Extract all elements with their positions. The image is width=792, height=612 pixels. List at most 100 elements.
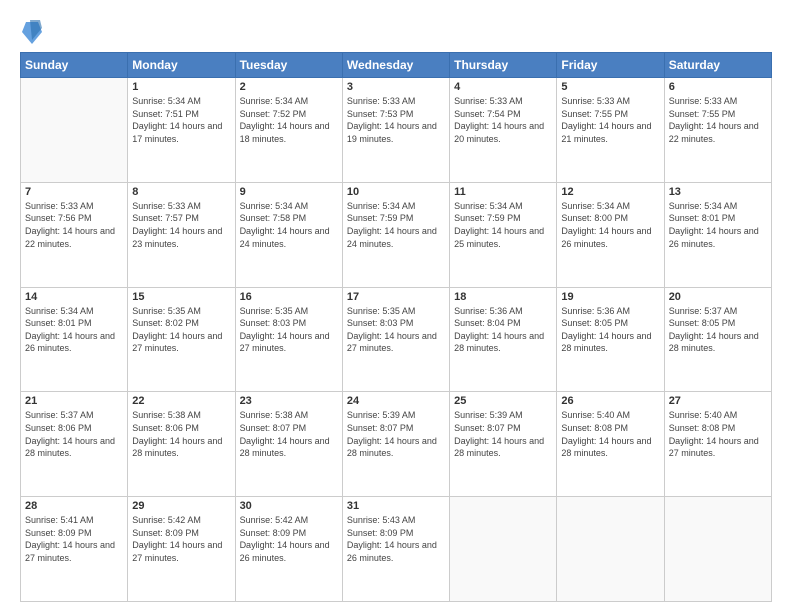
calendar-day-cell	[557, 497, 664, 602]
calendar-day-cell	[664, 497, 771, 602]
calendar-week-row: 1 Sunrise: 5:34 AMSunset: 7:51 PMDaylight…	[21, 78, 772, 183]
calendar-day-cell: 20 Sunrise: 5:37 AMSunset: 8:05 PMDayligh…	[664, 287, 771, 392]
day-info: Sunrise: 5:38 AMSunset: 8:06 PMDaylight:…	[132, 409, 230, 459]
day-info: Sunrise: 5:33 AMSunset: 7:57 PMDaylight:…	[132, 200, 230, 250]
calendar-header-thursday: Thursday	[450, 53, 557, 78]
calendar-day-cell: 13Sunrise: 5:34 AMSunset: 8:01 PMDayligh…	[664, 182, 771, 287]
day-number: 8	[132, 186, 230, 198]
calendar-day-cell: 1 Sunrise: 5:34 AMSunset: 7:51 PMDaylight…	[128, 78, 235, 183]
logo-icon	[22, 18, 42, 46]
day-info: Sunrise: 5:34 AMSunset: 7:58 PMDaylight:…	[240, 200, 338, 250]
day-info: Sunrise: 5:33 AMSunset: 7:55 PMDaylight:…	[561, 95, 659, 145]
day-number: 24	[347, 395, 445, 407]
day-number: 6	[669, 81, 767, 93]
day-number: 1	[132, 81, 230, 93]
day-number: 11	[454, 186, 552, 198]
day-info: Sunrise: 5:35 AMSunset: 8:03 PMDaylight:…	[347, 305, 445, 355]
day-info: Sunrise: 5:34 AMSunset: 7:59 PMDaylight:…	[347, 200, 445, 250]
day-number: 13	[669, 186, 767, 198]
day-number: 2	[240, 81, 338, 93]
day-number: 31	[347, 500, 445, 512]
day-info: Sunrise: 5:43 AMSunset: 8:09 PMDaylight:…	[347, 514, 445, 564]
calendar-day-cell: 8 Sunrise: 5:33 AMSunset: 7:57 PMDaylight…	[128, 182, 235, 287]
calendar-day-cell: 22 Sunrise: 5:38 AMSunset: 8:06 PMDayligh…	[128, 392, 235, 497]
calendar-header-sunday: Sunday	[21, 53, 128, 78]
day-info: Sunrise: 5:34 AMSunset: 7:59 PMDaylight:…	[454, 200, 552, 250]
day-number: 9	[240, 186, 338, 198]
day-info: Sunrise: 5:34 AMSunset: 7:52 PMDaylight:…	[240, 95, 338, 145]
day-info: Sunrise: 5:33 AMSunset: 7:53 PMDaylight:…	[347, 95, 445, 145]
calendar-header-tuesday: Tuesday	[235, 53, 342, 78]
day-number: 20	[669, 291, 767, 303]
day-number: 25	[454, 395, 552, 407]
day-info: Sunrise: 5:34 AMSunset: 8:01 PMDaylight:…	[25, 305, 123, 355]
header	[20, 18, 772, 46]
calendar-day-cell: 10 Sunrise: 5:34 AMSunset: 7:59 PMDayligh…	[342, 182, 449, 287]
day-info: Sunrise: 5:39 AMSunset: 8:07 PMDaylight:…	[454, 409, 552, 459]
calendar-day-cell: 31 Sunrise: 5:43 AMSunset: 8:09 PMDayligh…	[342, 497, 449, 602]
day-number: 27	[669, 395, 767, 407]
day-number: 10	[347, 186, 445, 198]
day-number: 7	[25, 186, 123, 198]
logo	[20, 18, 42, 46]
day-info: Sunrise: 5:37 AMSunset: 8:06 PMDaylight:…	[25, 409, 123, 459]
day-info: Sunrise: 5:42 AMSunset: 8:09 PMDaylight:…	[240, 514, 338, 564]
calendar-day-cell: 30 Sunrise: 5:42 AMSunset: 8:09 PMDayligh…	[235, 497, 342, 602]
day-info: Sunrise: 5:39 AMSunset: 8:07 PMDaylight:…	[347, 409, 445, 459]
calendar-day-cell: 11 Sunrise: 5:34 AMSunset: 7:59 PMDayligh…	[450, 182, 557, 287]
day-number: 12	[561, 186, 659, 198]
day-number: 19	[561, 291, 659, 303]
day-info: Sunrise: 5:38 AMSunset: 8:07 PMDaylight:…	[240, 409, 338, 459]
day-info: Sunrise: 5:34 AMSunset: 8:00 PMDaylight:…	[561, 200, 659, 250]
day-info: Sunrise: 5:37 AMSunset: 8:05 PMDaylight:…	[669, 305, 767, 355]
day-number: 23	[240, 395, 338, 407]
calendar-day-cell: 27 Sunrise: 5:40 AMSunset: 8:08 PMDayligh…	[664, 392, 771, 497]
calendar-day-cell: 14 Sunrise: 5:34 AMSunset: 8:01 PMDayligh…	[21, 287, 128, 392]
day-info: Sunrise: 5:36 AMSunset: 8:04 PMDaylight:…	[454, 305, 552, 355]
calendar-day-cell: 5 Sunrise: 5:33 AMSunset: 7:55 PMDaylight…	[557, 78, 664, 183]
calendar-day-cell	[21, 78, 128, 183]
day-number: 30	[240, 500, 338, 512]
day-number: 3	[347, 81, 445, 93]
calendar-day-cell: 23 Sunrise: 5:38 AMSunset: 8:07 PMDayligh…	[235, 392, 342, 497]
day-number: 16	[240, 291, 338, 303]
calendar-day-cell: 7Sunrise: 5:33 AMSunset: 7:56 PMDaylight…	[21, 182, 128, 287]
calendar-week-row: 7Sunrise: 5:33 AMSunset: 7:56 PMDaylight…	[21, 182, 772, 287]
calendar-header-friday: Friday	[557, 53, 664, 78]
calendar-header-monday: Monday	[128, 53, 235, 78]
calendar-day-cell: 24 Sunrise: 5:39 AMSunset: 8:07 PMDayligh…	[342, 392, 449, 497]
page: SundayMondayTuesdayWednesdayThursdayFrid…	[0, 0, 792, 612]
calendar-day-cell: 2 Sunrise: 5:34 AMSunset: 7:52 PMDaylight…	[235, 78, 342, 183]
calendar-week-row: 21 Sunrise: 5:37 AMSunset: 8:06 PMDayligh…	[21, 392, 772, 497]
calendar-day-cell: 26Sunrise: 5:40 AMSunset: 8:08 PMDayligh…	[557, 392, 664, 497]
day-info: Sunrise: 5:33 AMSunset: 7:55 PMDaylight:…	[669, 95, 767, 145]
day-number: 14	[25, 291, 123, 303]
calendar-day-cell: 6 Sunrise: 5:33 AMSunset: 7:55 PMDaylight…	[664, 78, 771, 183]
calendar-day-cell: 9 Sunrise: 5:34 AMSunset: 7:58 PMDaylight…	[235, 182, 342, 287]
day-info: Sunrise: 5:33 AMSunset: 7:54 PMDaylight:…	[454, 95, 552, 145]
calendar-day-cell: 16Sunrise: 5:35 AMSunset: 8:03 PMDayligh…	[235, 287, 342, 392]
day-number: 4	[454, 81, 552, 93]
calendar-day-cell: 15Sunrise: 5:35 AMSunset: 8:02 PMDayligh…	[128, 287, 235, 392]
day-number: 5	[561, 81, 659, 93]
calendar-day-cell: 25 Sunrise: 5:39 AMSunset: 8:07 PMDayligh…	[450, 392, 557, 497]
day-info: Sunrise: 5:34 AMSunset: 7:51 PMDaylight:…	[132, 95, 230, 145]
calendar-day-cell: 28 Sunrise: 5:41 AMSunset: 8:09 PMDayligh…	[21, 497, 128, 602]
day-info: Sunrise: 5:42 AMSunset: 8:09 PMDaylight:…	[132, 514, 230, 564]
calendar-day-cell: 4 Sunrise: 5:33 AMSunset: 7:54 PMDaylight…	[450, 78, 557, 183]
calendar-header-saturday: Saturday	[664, 53, 771, 78]
day-number: 21	[25, 395, 123, 407]
calendar-week-row: 14 Sunrise: 5:34 AMSunset: 8:01 PMDayligh…	[21, 287, 772, 392]
calendar-table: SundayMondayTuesdayWednesdayThursdayFrid…	[20, 52, 772, 602]
calendar-day-cell: 29Sunrise: 5:42 AMSunset: 8:09 PMDayligh…	[128, 497, 235, 602]
day-number: 22	[132, 395, 230, 407]
day-number: 28	[25, 500, 123, 512]
day-info: Sunrise: 5:40 AMSunset: 8:08 PMDaylight:…	[561, 409, 659, 459]
day-number: 18	[454, 291, 552, 303]
day-number: 15	[132, 291, 230, 303]
calendar-week-row: 28 Sunrise: 5:41 AMSunset: 8:09 PMDayligh…	[21, 497, 772, 602]
calendar-day-cell	[450, 497, 557, 602]
day-info: Sunrise: 5:36 AMSunset: 8:05 PMDaylight:…	[561, 305, 659, 355]
day-info: Sunrise: 5:41 AMSunset: 8:09 PMDaylight:…	[25, 514, 123, 564]
day-info: Sunrise: 5:40 AMSunset: 8:08 PMDaylight:…	[669, 409, 767, 459]
